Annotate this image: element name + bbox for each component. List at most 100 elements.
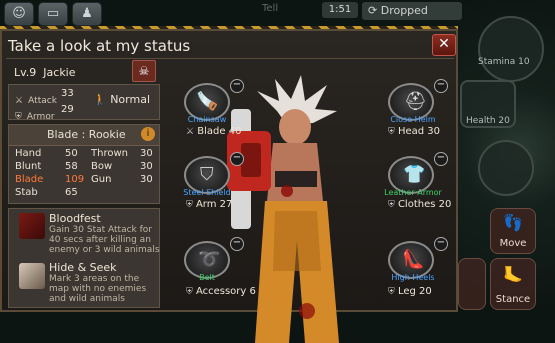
minimap-circle bbox=[478, 140, 534, 196]
stamina-gauge bbox=[478, 16, 544, 82]
level: Lv.9 bbox=[14, 66, 37, 79]
unequip-armor-button[interactable]: − bbox=[434, 152, 448, 166]
unequip-shoes-button[interactable]: − bbox=[434, 237, 448, 251]
mastery-label: Blunt bbox=[15, 161, 42, 172]
equip-stat-value: Head 30 bbox=[397, 126, 441, 137]
mastery-value: 30 bbox=[140, 174, 153, 185]
steel-shield-icon: ⛉ bbox=[200, 164, 214, 185]
equip-name-armor: Leather Armor bbox=[384, 188, 442, 197]
equip-stat-helm: ⛨ Head 30 bbox=[388, 126, 440, 137]
mastery-value: 109 bbox=[65, 174, 85, 185]
mastery-value: 30 bbox=[140, 148, 153, 159]
stamina-label: Stamina 10 bbox=[478, 57, 530, 67]
shield-icon: ⛨ bbox=[388, 200, 395, 210]
equip-name-helm: Close Helm bbox=[390, 115, 436, 124]
skill-name: Hide & Seek bbox=[49, 261, 117, 274]
mastery-row-highlight: Blade 109 Gun 30 bbox=[15, 173, 155, 186]
info-icon[interactable]: i bbox=[141, 127, 155, 141]
bloodfest-icon bbox=[19, 213, 45, 239]
character-illustration bbox=[227, 75, 339, 343]
party-icon[interactable]: ♟ bbox=[72, 2, 102, 26]
equip-name-shield: Steel Shield bbox=[183, 188, 231, 197]
dropped-label: Dropped bbox=[380, 4, 428, 17]
equip-stat-value: Accessory 6 bbox=[195, 286, 256, 297]
armor-label: Armor bbox=[26, 112, 55, 122]
weapon-mastery-box: Blade : Rookie i Hand 50 Thrown 30 Blunt… bbox=[8, 124, 160, 204]
equip-stat-belt: ⛨ Accessory 6 bbox=[186, 286, 256, 297]
armor-icon: ⛨ bbox=[15, 112, 22, 122]
mastery-row: Hand 50 Thrown 30 bbox=[15, 147, 155, 160]
mastery-label: Thrown bbox=[91, 148, 128, 159]
faint-label: Tell bbox=[262, 3, 279, 14]
stance-button[interactable]: 🦶 Stance bbox=[490, 258, 536, 310]
armor-row: ⛨ Armor 29 bbox=[15, 104, 74, 123]
health-label: Health 20 bbox=[466, 116, 510, 126]
move-label: Move bbox=[499, 238, 527, 249]
mastery-label: Gun bbox=[91, 174, 112, 185]
shield-icon: ⛨ bbox=[186, 287, 193, 297]
footprint-icon: 👣 bbox=[503, 213, 523, 232]
clock: 1:51 bbox=[322, 2, 358, 18]
equip-stat-shoes: ⛨ Leg 20 bbox=[388, 286, 432, 297]
smile-icon[interactable]: ☺ bbox=[4, 2, 34, 26]
equip-stat-value: Clothes 20 bbox=[397, 199, 452, 210]
mastery-row: Stab 65 bbox=[15, 186, 155, 199]
chainsaw-icon: 🪚 bbox=[196, 91, 219, 112]
person-icon: 🚶 bbox=[93, 93, 107, 106]
status-panel: Take a look at my status ✕ Lv.9 Jackie ☠… bbox=[0, 29, 458, 343]
equip-name-weapon: Chainsaw bbox=[187, 115, 227, 124]
skill-name: Bloodfest bbox=[49, 212, 101, 225]
high-heels-icon: 👠 bbox=[402, 249, 425, 270]
unequip-weapon-button[interactable]: − bbox=[230, 79, 244, 93]
mastery-row: Blunt 58 Bow 30 bbox=[15, 160, 155, 173]
helm-icon: ⛑ bbox=[404, 91, 427, 112]
mastery-value: 58 bbox=[65, 161, 78, 172]
mastery-value: 50 bbox=[65, 148, 78, 159]
skull-icon[interactable]: ☠ bbox=[132, 60, 156, 82]
equip-stat-shield: ⛨ Arm 27 bbox=[186, 199, 232, 210]
mastery-value: 30 bbox=[140, 161, 153, 172]
equip-name-shoes: High Heels bbox=[391, 273, 435, 282]
equip-stat-weapon: ⚔ Blade 40 bbox=[186, 126, 241, 137]
stance-display: 🚶 Normal bbox=[93, 93, 150, 106]
equip-stat-value: Blade 40 bbox=[197, 126, 242, 137]
chat-icon[interactable]: ▭ bbox=[38, 2, 68, 26]
mastery-label: Hand bbox=[15, 148, 42, 159]
skills-box: Bloodfest Gain 30 Stat Attack for 40 sec… bbox=[8, 208, 160, 308]
skill-desc: Gain 30 Stat Attack for 40 secs after ki… bbox=[49, 225, 160, 255]
mastery-label: Bow bbox=[91, 161, 113, 172]
equip-stat-value: Leg 20 bbox=[397, 286, 432, 297]
unequip-helm-button[interactable]: − bbox=[434, 79, 448, 93]
top-bar: ☺ ▭ ♟ Tell 1:51 ⟳ Dropped bbox=[0, 0, 555, 26]
panel-title: Take a look at my status bbox=[8, 37, 191, 55]
skill-desc: Mark 3 areas on the map with no enemies … bbox=[49, 274, 147, 304]
dropped-button[interactable]: ⟳ Dropped bbox=[362, 2, 462, 20]
weapon-head: Blade : Rookie i bbox=[9, 125, 159, 146]
move-button[interactable]: 👣 Move bbox=[490, 208, 536, 254]
unequip-belt-button[interactable]: − bbox=[230, 237, 244, 251]
stance-value: Normal bbox=[110, 93, 151, 106]
belt-icon: ➰ bbox=[198, 249, 221, 270]
armor-value: 29 bbox=[61, 104, 74, 115]
shield-icon: ⛨ bbox=[388, 287, 395, 297]
weapon-title: Blade : Rookie bbox=[47, 128, 126, 141]
equip-stat-armor: ⛨ Clothes 20 bbox=[388, 199, 451, 210]
mastery-value: 65 bbox=[65, 187, 78, 198]
level-name: Lv.9 Jackie bbox=[14, 66, 76, 79]
sword-icon: ⚔ bbox=[186, 127, 195, 137]
equip-stat-value: Arm 27 bbox=[195, 199, 233, 210]
attack-value: 33 bbox=[61, 88, 74, 99]
equip-name-belt: Belt bbox=[199, 273, 215, 282]
hide-seek-icon bbox=[19, 263, 45, 289]
stance-label: Stance bbox=[495, 294, 531, 305]
mastery-label: Blade bbox=[15, 174, 44, 185]
side-button[interactable] bbox=[458, 258, 486, 310]
stats-box: ⚔ Attack 33 ⛨ Armor 29 🚶 Normal bbox=[8, 84, 160, 123]
close-button[interactable]: ✕ bbox=[432, 34, 456, 56]
unequip-shield-button[interactable]: − bbox=[230, 152, 244, 166]
shield-icon: ⛨ bbox=[186, 200, 193, 210]
close-icon: ✕ bbox=[438, 36, 450, 52]
leather-armor-icon: 👕 bbox=[403, 164, 426, 185]
stance-icon: 🦶 bbox=[503, 265, 523, 284]
title-divider bbox=[6, 58, 454, 59]
